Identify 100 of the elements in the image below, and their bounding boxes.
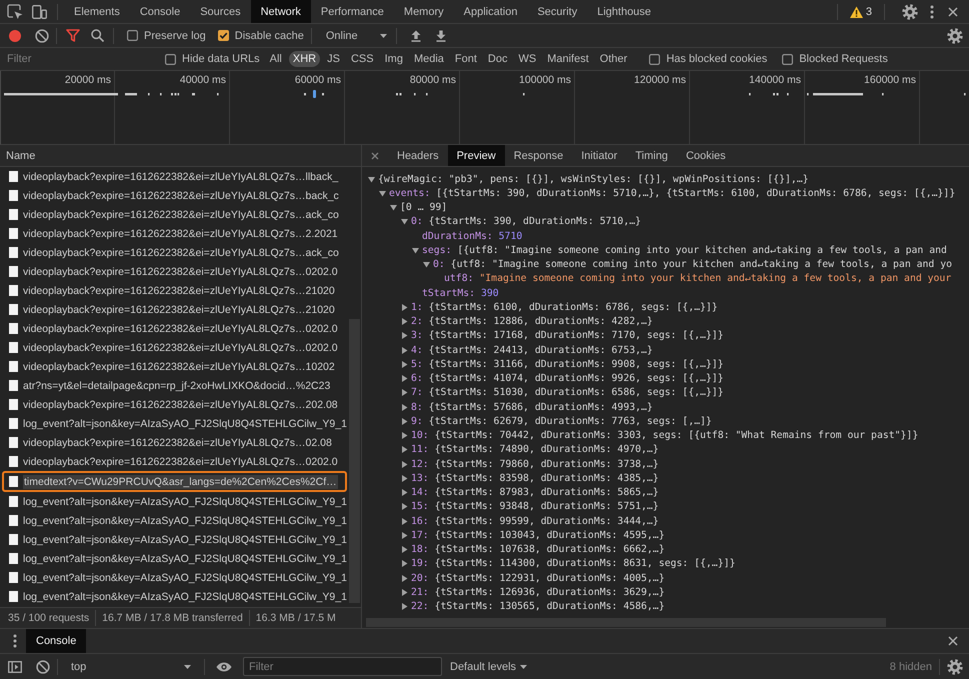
type-filter[interactable]: Doc	[484, 51, 512, 67]
checkbox-label[interactable]: Blocked Requests	[799, 53, 888, 65]
request-row[interactable]: videoplayback?expire=1612622382&ei=zlUeYIyAL8LQz7s…llback_	[0, 167, 348, 186]
panel-tab[interactable]: Memory	[394, 0, 454, 23]
close-icon[interactable]	[948, 6, 958, 16]
request-row[interactable]: log_event?alt=json&key=AIzaSyAO_FJ2SlqU8Q4STEHLGCilw_Y9_1	[0, 492, 348, 511]
caret-right-icon[interactable]	[401, 346, 408, 354]
request-row[interactable]: videoplayback?expire=1612622382&ei=zlUeYIyAL8LQz7s…back_c	[0, 186, 348, 205]
detail-tab[interactable]: Preview	[448, 145, 505, 166]
caret-right-icon[interactable]	[401, 489, 408, 496]
request-row[interactable]: videoplayback?expire=1612622382&ei=zlUeYIyAL8LQz7s…2.2021	[0, 224, 348, 243]
checkbox[interactable]	[127, 30, 138, 41]
caret-right-icon[interactable]	[401, 304, 408, 311]
request-row[interactable]: videoplayback?expire=1612622382&ei=zlUeYIyAL8LQz7s…21020	[0, 281, 348, 300]
clear-icon[interactable]	[35, 28, 49, 42]
type-filter[interactable]: Manifest	[543, 51, 593, 67]
caret-down-icon[interactable]	[379, 190, 386, 197]
panel-tab[interactable]: Application	[454, 0, 528, 23]
caret-down-icon[interactable]	[401, 218, 408, 226]
record-icon[interactable]	[9, 30, 21, 42]
request-row[interactable]: videoplayback?expire=1612622382&ei=zlUeYIyAL8LQz7s…ack_co	[0, 205, 348, 224]
caret-right-icon[interactable]	[401, 389, 408, 396]
caret-right-icon[interactable]	[401, 375, 408, 382]
search-icon[interactable]	[91, 29, 104, 42]
request-row[interactable]: videoplayback?expire=1612622382&ei=zlUeYIyAL8LQz7s…0202.0	[0, 338, 348, 357]
panel-tab[interactable]: Network	[250, 0, 311, 23]
scrollbar-thumb[interactable]	[349, 319, 360, 603]
request-row[interactable]: videoplayback?expire=1612622382&ei=zlUeYIyAL8LQz7s…21020	[0, 300, 348, 319]
detail-tab[interactable]: Response	[504, 145, 572, 166]
caret-down-icon[interactable]	[368, 176, 375, 183]
detail-tab[interactable]: Cookies	[676, 145, 735, 166]
caret-right-icon[interactable]	[401, 518, 408, 525]
more-options-icon[interactable]	[930, 4, 934, 18]
panel-tab[interactable]: Sources	[190, 0, 251, 23]
caret-right-icon[interactable]	[401, 432, 408, 440]
request-row[interactable]: atr?ns=yt&el=detailpage&cpn=rp_jf-2xoHwLIXKO&docid…%2C23	[0, 376, 348, 395]
upload-icon[interactable]	[410, 30, 421, 42]
checkbox[interactable]	[649, 54, 660, 64]
panel-tab[interactable]: Security	[527, 0, 588, 23]
caret-right-icon[interactable]	[401, 574, 408, 582]
inspect-icon[interactable]	[7, 4, 23, 20]
request-row[interactable]: timedtext?v=CWu29PRCUvQ&asr_langs=de%2Cen%2Ces%2Cf…	[2, 471, 347, 492]
request-row[interactable]: log_event?alt=json&key=AIzaSyAO_FJ2SlqU8Q4STEHLGCilw_Y9_1	[0, 568, 348, 587]
request-row[interactable]: log_event?alt=json&key=AIzaSyAO_FJ2SlqU8Q4STEHLGCilw_Y9_1	[0, 549, 348, 568]
context-select[interactable]: top	[65, 654, 197, 679]
checkbox-label[interactable]: Disable cache	[234, 30, 304, 42]
request-row[interactable]: log_event?alt=json&key=AIzaSyAO_FJ2SlqU8Q4STEHLGCilw_Y9_1	[0, 511, 348, 530]
type-filter[interactable]: XHR	[288, 51, 320, 67]
filter-icon[interactable]	[66, 29, 80, 42]
settings-icon[interactable]	[902, 4, 918, 20]
caret-right-icon[interactable]	[401, 446, 408, 454]
throttling-select[interactable]: Online	[318, 24, 389, 47]
column-header[interactable]: Name	[6, 150, 36, 162]
caret-right-icon[interactable]	[401, 418, 408, 425]
sidebar-toggle-icon[interactable]	[8, 660, 22, 672]
type-filter[interactable]: All	[266, 51, 286, 67]
more-options-icon[interactable]	[13, 634, 17, 648]
device-toolbar-icon[interactable]	[31, 4, 47, 20]
checkbox[interactable]	[218, 30, 229, 41]
request-row[interactable]: videoplayback?expire=1612622382&ei=zlUeYIyAL8LQz7s…02.08	[0, 433, 348, 452]
panel-tab[interactable]: Performance	[310, 0, 394, 23]
clear-icon[interactable]	[36, 660, 50, 674]
type-filter[interactable]: Other	[596, 51, 632, 67]
caret-right-icon[interactable]	[401, 560, 408, 568]
request-row[interactable]: log_event?alt=json&key=AIzaSyAO_FJ2SlqU8Q4STEHLGCilw_Y9_1	[0, 530, 348, 549]
caret-down-icon[interactable]	[390, 204, 397, 212]
close-icon[interactable]	[371, 152, 379, 160]
caret-right-icon[interactable]	[401, 318, 408, 326]
caret-down-icon[interactable]	[412, 246, 419, 254]
type-filter[interactable]: JS	[323, 51, 344, 67]
checkbox[interactable]	[782, 54, 794, 64]
request-row[interactable]: videoplayback?expire=1612622382&ei=zlUeYIyAL8LQz7s…10202	[0, 357, 348, 376]
caret-right-icon[interactable]	[401, 588, 408, 596]
panel-tab[interactable]: Console	[130, 0, 190, 23]
request-row[interactable]: videoplayback?expire=1612622382&ei=zlUeYIyAL8LQz7s…0202.0	[0, 319, 348, 338]
caret-right-icon[interactable]	[401, 404, 408, 411]
caret-right-icon[interactable]	[401, 332, 408, 340]
download-icon[interactable]	[436, 30, 446, 42]
warnings-button[interactable]: 3	[844, 2, 877, 20]
caret-right-icon[interactable]	[401, 460, 408, 468]
caret-down-icon[interactable]	[423, 261, 430, 268]
type-filter[interactable]: Font	[450, 51, 481, 67]
request-row[interactable]: videoplayback?expire=1612622382&ei=zlUeYIyAL8LQz7s…202.08	[0, 395, 348, 414]
checkbox-label[interactable]: Has blocked cookies	[666, 53, 768, 65]
detail-tab[interactable]: Timing	[626, 145, 677, 166]
eye-icon[interactable]	[216, 662, 232, 672]
type-filter[interactable]: Img	[380, 51, 407, 67]
type-filter[interactable]: CSS	[346, 51, 378, 67]
settings-icon[interactable]	[947, 28, 963, 44]
log-levels-dropdown[interactable]: Default levels	[450, 654, 528, 679]
request-row[interactable]: videoplayback?expire=1612622382&ei=zlUeYIyAL8LQz7s…0202.0	[0, 262, 348, 281]
caret-right-icon[interactable]	[401, 546, 408, 554]
caret-right-icon[interactable]	[401, 503, 408, 510]
caret-right-icon[interactable]	[401, 603, 408, 610]
settings-icon[interactable]	[947, 658, 963, 674]
type-filter[interactable]: WS	[514, 51, 540, 67]
caret-right-icon[interactable]	[401, 474, 408, 482]
scrollbar-thumb[interactable]	[366, 618, 886, 627]
request-row[interactable]: videoplayback?expire=1612622382&ei=zlUeYIyAL8LQz7s…ack_co	[0, 243, 348, 262]
detail-tab[interactable]: Initiator	[572, 145, 626, 166]
